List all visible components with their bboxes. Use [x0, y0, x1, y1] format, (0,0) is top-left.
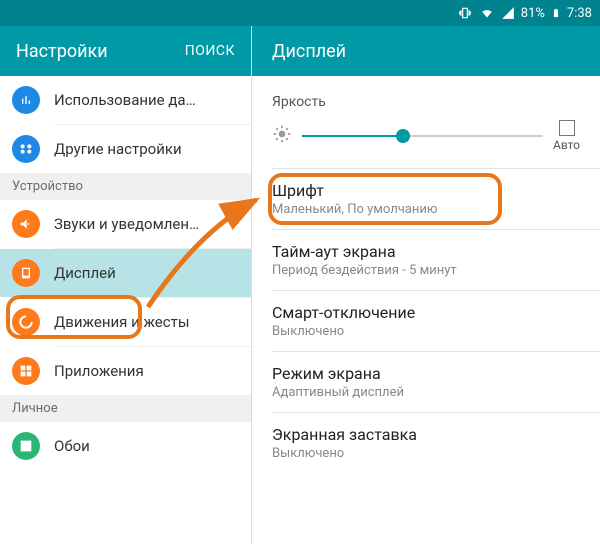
setting-title: Тайм-аут экрана	[272, 242, 580, 261]
setting-subtitle: Выключено	[272, 446, 580, 461]
setting-subtitle: Выключено	[272, 324, 580, 339]
setting-font[interactable]: Шрифт Маленький, По умолчанию	[252, 169, 600, 229]
sidebar-header: Настройки ПОИСК	[0, 26, 251, 76]
sidebar-item-label: Движения и жесты	[54, 313, 189, 331]
section-device: Устройство	[0, 173, 251, 200]
sidebar-item-label: Дисплей	[54, 264, 116, 282]
sidebar-item-sounds[interactable]: Звуки и уведомлен…	[0, 200, 251, 248]
setting-title: Экранная заставка	[272, 425, 580, 444]
sidebar-item-label: Звуки и уведомлен…	[54, 215, 199, 233]
battery-percent: 81%	[521, 6, 545, 21]
signal-icon	[501, 6, 515, 20]
sidebar-item-label: Обои	[54, 437, 90, 455]
setting-subtitle: Адаптивный дисплей	[272, 385, 580, 400]
sidebar-item-motion[interactable]: Движения и жесты	[0, 298, 251, 346]
sidebar-item-display[interactable]: Дисплей	[0, 249, 251, 297]
more-settings-icon	[12, 135, 40, 163]
section-personal: Личное	[0, 395, 251, 422]
brightness-label: Яркость	[272, 94, 580, 110]
sidebar-item-apps[interactable]: Приложения	[0, 347, 251, 395]
sidebar-item-label: Использование да…	[54, 91, 196, 109]
setting-title: Режим экрана	[272, 364, 580, 383]
settings-sidebar: Настройки ПОИСК Использование да… Другие…	[0, 26, 252, 544]
sidebar-item-label: Другие настройки	[54, 140, 182, 158]
brightness-slider[interactable]	[302, 126, 543, 146]
vibrate-icon	[457, 6, 473, 20]
auto-label: Авто	[553, 138, 580, 152]
clock: 7:38	[567, 6, 592, 21]
sidebar-title: Настройки	[16, 41, 108, 62]
brightness-icon	[272, 124, 292, 148]
setting-screen-mode[interactable]: Режим экрана Адаптивный дисплей	[252, 352, 600, 412]
wifi-icon	[479, 6, 495, 20]
setting-screensaver[interactable]: Экранная заставка Выключено	[252, 413, 600, 473]
setting-title: Шрифт	[272, 181, 580, 200]
setting-smart-stay[interactable]: Смарт-отключение Выключено	[252, 291, 600, 351]
search-button[interactable]: ПОИСК	[185, 43, 235, 59]
panel-title: Дисплей	[252, 26, 600, 76]
display-settings-panel: Дисплей Яркость Авто Шрифт Мале	[252, 26, 600, 544]
sidebar-item-more[interactable]: Другие настройки	[0, 125, 251, 173]
setting-title: Смарт-отключение	[272, 303, 580, 322]
wallpaper-icon	[12, 432, 40, 460]
status-bar: 81% 7:38	[0, 0, 600, 26]
data-usage-icon	[12, 86, 40, 114]
sounds-icon	[12, 210, 40, 238]
auto-brightness-checkbox[interactable]: Авто	[553, 120, 580, 152]
display-icon	[12, 259, 40, 287]
setting-subtitle: Маленький, По умолчанию	[272, 202, 580, 217]
motion-icon	[12, 308, 40, 336]
brightness-section: Яркость Авто	[252, 86, 600, 168]
setting-timeout[interactable]: Тайм-аут экрана Период бездействия - 5 м…	[252, 230, 600, 290]
setting-subtitle: Период бездействия - 5 минут	[272, 263, 580, 278]
sidebar-item-label: Приложения	[54, 362, 144, 380]
sidebar-item-wallpaper[interactable]: Обои	[0, 422, 251, 470]
battery-icon	[551, 6, 561, 20]
apps-icon	[12, 357, 40, 385]
sidebar-item-data-usage[interactable]: Использование да…	[0, 76, 251, 124]
